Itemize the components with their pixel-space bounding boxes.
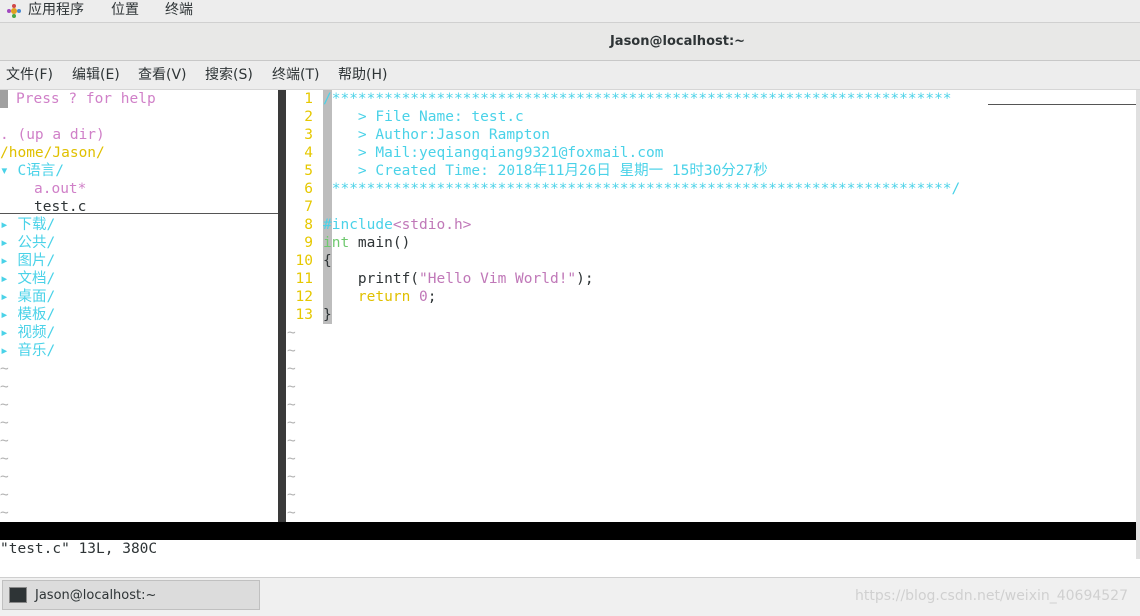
terminal-area[interactable]: Press ? for help . (up a dir) /home/Jaso… (0, 90, 1136, 559)
code-line-12: return 0; (323, 288, 437, 306)
empty-line-tilde: ~ (287, 433, 296, 449)
taskbar-window-label: Jason@localhost:~ (35, 588, 157, 603)
watermark-text: https://blog.csdn.net/weixin_40694527 (854, 588, 1128, 604)
empty-line-tilde: ~ (0, 379, 9, 395)
line-number: 1 (304, 91, 313, 107)
tree-open-dir[interactable]: ▾ C语言/ (0, 162, 64, 180)
line-number: 3 (304, 127, 313, 143)
empty-line-tilde: ~ (287, 451, 296, 467)
tree-dir[interactable]: ▸ 模板/ (0, 306, 55, 324)
empty-line-tilde: ~ (287, 415, 296, 431)
printf-call: printf( (323, 271, 420, 287)
tree-fold-marker (0, 90, 8, 108)
preprocessor-directive: #include (323, 217, 393, 233)
menu-view[interactable]: 查看(V) (138, 61, 187, 89)
terminal-icon (9, 587, 27, 603)
empty-line-tilde: ~ (0, 505, 9, 521)
tree-cwd[interactable]: /home/Jason/ (0, 144, 105, 162)
line-number: 8 (304, 217, 313, 233)
tree-up-dir[interactable]: . (up a dir) (0, 126, 105, 144)
empty-line-tilde: ~ (0, 451, 9, 467)
applications-menu[interactable]: 应用程序 (28, 0, 84, 22)
empty-line-tilde: ~ (0, 361, 9, 377)
terminal-scrollbar[interactable] (1136, 90, 1140, 559)
vim-command-line[interactable]: "test.c" 13L, 380C (0, 540, 157, 558)
tree-dir[interactable]: ▸ 下载/ (0, 216, 55, 234)
line-number: 10 (295, 253, 313, 269)
code-line-6: ****************************************… (323, 181, 961, 197)
top-panel: 应用程序 位置 终端 (0, 0, 1140, 23)
empty-line-tilde: ~ (287, 397, 296, 413)
code-line-1: /***************************************… (323, 91, 952, 107)
tree-dir[interactable]: ▸ 音乐/ (0, 342, 55, 360)
tree-help-line: Press ? for help (16, 91, 156, 107)
code-line-11: printf("Hello Vim World!"); (323, 270, 594, 288)
window-title: Jason@localhost:~ (609, 34, 746, 49)
code-line-8: #include<stdio.h> (323, 216, 471, 234)
code-line-13: } (323, 307, 332, 323)
menu-edit[interactable]: 编辑(E) (72, 61, 120, 89)
line-number: 7 (304, 199, 313, 215)
empty-line-tilde: ~ (0, 487, 9, 503)
code-line-9: int main() (323, 234, 410, 252)
line-number: 13 (295, 307, 313, 323)
line-number: 12 (295, 289, 313, 305)
code-line-2: > File Name: test.c (323, 109, 524, 125)
code-line-3: > Author:Jason Rampton (323, 127, 550, 143)
statusline-file-info: ~/C语言/test.c [FORMAT=unix] [TYPE=C] [POS… (287, 541, 875, 557)
empty-line-tilde: ~ (287, 361, 296, 377)
include-header: <stdio.h> (392, 217, 472, 233)
split-divider[interactable] (278, 90, 286, 522)
empty-line-tilde: ~ (287, 469, 296, 485)
empty-line-tilde: ~ (0, 433, 9, 449)
line-number: 6 (304, 181, 313, 197)
cursor-line-underline (988, 104, 1136, 105)
line-number: 5 (304, 163, 313, 179)
number-literal: 0 (410, 289, 428, 305)
empty-line-tilde: ~ (287, 325, 296, 341)
vim-statusline: /home/Jason\\\\\\\\\\\\\\\\\ ~/C语言/test.c… (0, 522, 1136, 557)
printf-close: ); (576, 271, 594, 287)
menu-search[interactable]: 搜索(S) (205, 61, 253, 89)
empty-line-tilde: ~ (287, 505, 296, 521)
function-signature: main() (349, 235, 411, 251)
tree-dir[interactable]: ▸ 文档/ (0, 270, 55, 288)
empty-line-tilde: ~ (0, 469, 9, 485)
line-number: 2 (304, 109, 313, 125)
empty-line-tilde: ~ (0, 415, 9, 431)
tree-dir[interactable]: ▸ 视频/ (0, 324, 55, 342)
taskbar-window-button[interactable]: Jason@localhost:~ (2, 580, 260, 610)
empty-line-tilde: ~ (287, 487, 296, 503)
code-line-5: > Created Time: 2018年11月26日 星期一 15时30分27… (323, 163, 768, 179)
tree-dir[interactable]: ▸ 公共/ (0, 234, 55, 252)
terminal-menubar: 文件(F) 编辑(E) 查看(V) 搜索(S) 终端(T) 帮助(H) (0, 61, 1140, 90)
cursor-line-underline (0, 213, 278, 214)
places-menu[interactable]: 位置 (111, 0, 139, 22)
tree-file-aout[interactable]: a.out* (34, 180, 86, 198)
empty-line-tilde: ~ (287, 343, 296, 359)
menu-terminal[interactable]: 终端(T) (272, 61, 319, 89)
window-titlebar[interactable]: Jason@localhost:~ (0, 23, 1140, 61)
semicolon: ; (427, 289, 437, 305)
code-line-10: { (323, 253, 332, 269)
empty-line-tilde: ~ (287, 379, 296, 395)
terminal-app-menu[interactable]: 终端 (165, 0, 193, 22)
line-number: 4 (304, 145, 313, 161)
string-literal: "Hello Vim World!" (419, 271, 577, 287)
return-keyword: return (323, 289, 411, 305)
tree-dir[interactable]: ▸ 桌面/ (0, 288, 55, 306)
code-line-4: > Mail:yeqiangqiang9321@foxmail.com (323, 145, 664, 161)
applications-icon[interactable] (6, 3, 22, 19)
line-number: 11 (295, 271, 313, 287)
tree-dir[interactable]: ▸ 图片/ (0, 252, 55, 270)
type-keyword: int (323, 235, 350, 251)
menu-file[interactable]: 文件(F) (6, 61, 53, 89)
menu-help[interactable]: 帮助(H) (338, 61, 387, 89)
line-number: 9 (304, 235, 313, 251)
empty-line-tilde: ~ (0, 397, 9, 413)
